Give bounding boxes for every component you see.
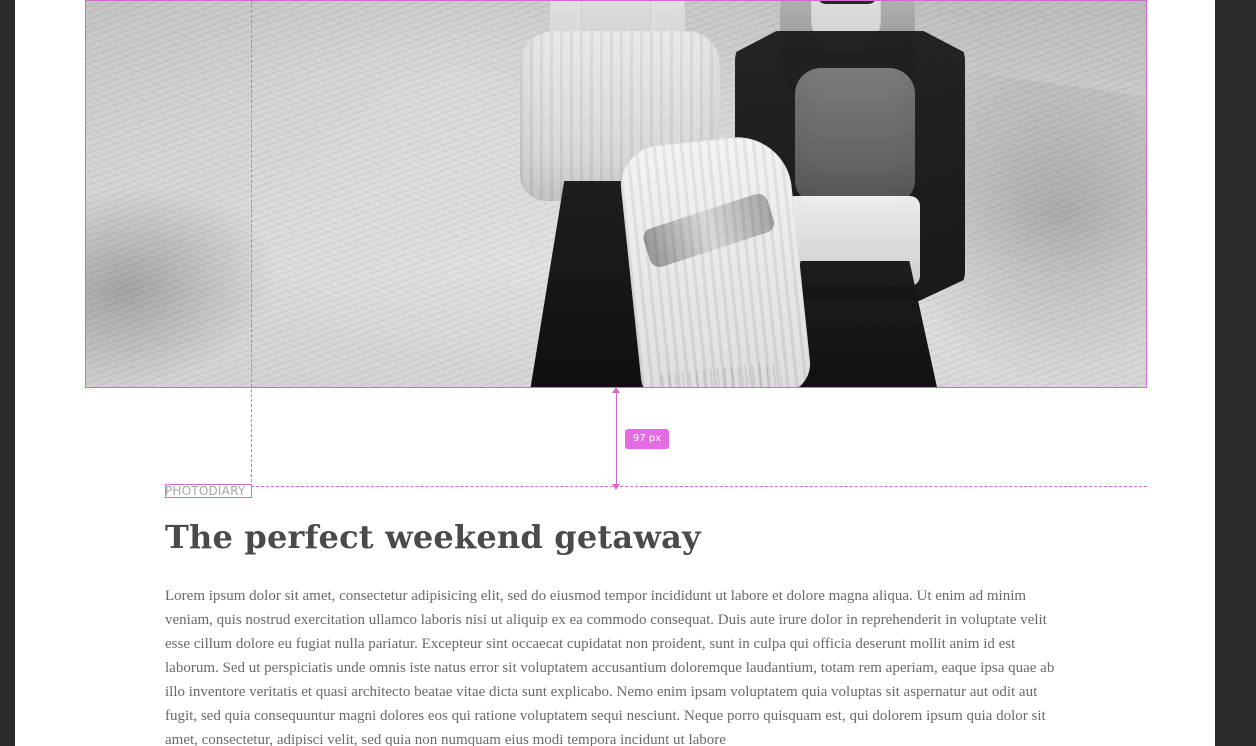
photo-shadow-left bbox=[85, 139, 324, 388]
horizontal-guide bbox=[251, 486, 1147, 487]
article-body[interactable]: Lorem ipsum dolor sit amet, consectetur … bbox=[165, 584, 1060, 746]
person-right-top bbox=[795, 68, 915, 203]
blanket-fringe bbox=[660, 361, 784, 388]
hero-photo[interactable] bbox=[85, 0, 1147, 388]
editor-stage: 97 px PHOTODIARY The perfect weekend get… bbox=[0, 0, 1256, 746]
article-title[interactable]: The perfect weekend getaway bbox=[165, 517, 701, 557]
blanket bbox=[616, 131, 814, 388]
page-canvas: 97 px PHOTODIARY The perfect weekend get… bbox=[15, 0, 1215, 746]
spacing-measure-line bbox=[616, 390, 617, 486]
spacing-arrow-bottom-icon bbox=[612, 482, 620, 490]
kicker-text[interactable]: PHOTODIARY bbox=[165, 484, 245, 498]
blanket-pattern bbox=[640, 191, 777, 270]
spacing-badge: 97 px bbox=[625, 429, 670, 449]
sunglasses-icon bbox=[817, 0, 877, 4]
spacing-arrow-top-icon bbox=[612, 387, 620, 395]
